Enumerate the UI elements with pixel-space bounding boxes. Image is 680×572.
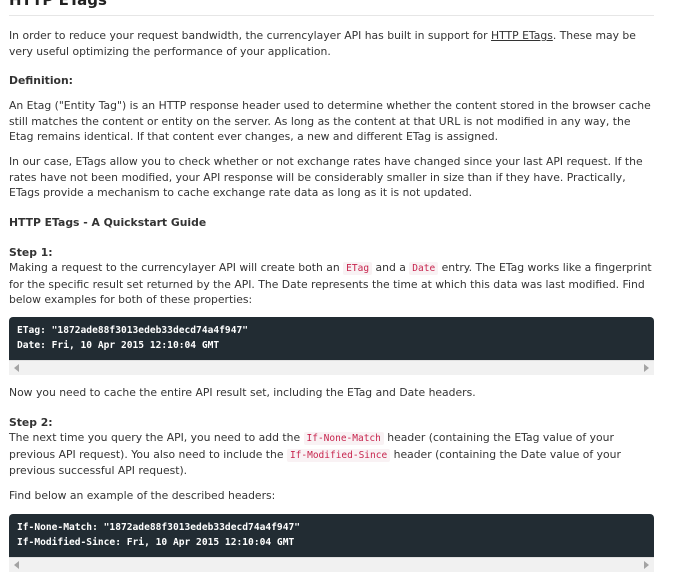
if-modified-since-inline-code: If-Modified-Since bbox=[286, 448, 391, 462]
step1-heading: Step 1: bbox=[9, 246, 53, 259]
scroll-left-arrow-icon[interactable] bbox=[14, 561, 19, 569]
title-divider bbox=[9, 15, 654, 16]
step2-heading: Step 2: bbox=[9, 416, 53, 429]
code-line: Date: Fri, 10 Apr 2015 12:10:04 GMT bbox=[17, 340, 220, 351]
code-block-scrollbar[interactable] bbox=[9, 360, 654, 375]
code-line: If-Modified-Since: Fri, 10 Apr 2015 12:1… bbox=[17, 537, 295, 548]
case-paragraph: In our case, ETags allow you to check wh… bbox=[9, 155, 643, 199]
http-etags-link[interactable]: HTTP ETags bbox=[491, 29, 553, 42]
step1-paragraph: Making a request to the currencylayer AP… bbox=[9, 260, 654, 308]
intro-paragraph: In order to reduce your request bandwidt… bbox=[9, 28, 654, 59]
scroll-left-arrow-icon[interactable] bbox=[14, 364, 19, 372]
step1-text-1: Making a request to the currencylayer AP… bbox=[9, 261, 344, 274]
code-block-etag-date: ETag: "1872ade88f3013edeb33decd74a4f947"… bbox=[9, 317, 654, 360]
etag-inline-code: ETag bbox=[343, 262, 373, 275]
step2-text-1: The next time you query the API, you nee… bbox=[9, 431, 304, 444]
scroll-right-arrow-icon[interactable] bbox=[644, 561, 649, 569]
code-line: If-None-Match: "1872ade88f3013edeb33decd… bbox=[17, 522, 301, 533]
section-title: HTTP ETags bbox=[9, 0, 107, 9]
date-inline-code: Date bbox=[409, 262, 439, 275]
quickstart-heading: HTTP ETags - A Quickstart Guide bbox=[9, 216, 207, 229]
definition-paragraph: An Etag ("Entity Tag") is an HTTP respon… bbox=[9, 99, 651, 143]
find-paragraph: Find below an example of the described h… bbox=[9, 489, 276, 502]
step1-text-2: and a bbox=[372, 261, 410, 274]
cache-paragraph: Now you need to cache the entire API res… bbox=[9, 386, 476, 399]
definition-heading: Definition: bbox=[9, 74, 73, 87]
intro-text-before: In order to reduce your request bandwidt… bbox=[9, 29, 492, 42]
scroll-right-arrow-icon[interactable] bbox=[644, 364, 649, 372]
step2-paragraph: The next time you query the API, you nee… bbox=[9, 430, 654, 479]
code-block-request-headers: If-None-Match: "1872ade88f3013edeb33decd… bbox=[9, 514, 654, 557]
code-line: ETag: "1872ade88f3013edeb33decd74a4f947" bbox=[17, 325, 249, 336]
code-block-scrollbar[interactable] bbox=[9, 557, 654, 572]
if-none-match-inline-code: If-None-Match bbox=[303, 432, 384, 445]
